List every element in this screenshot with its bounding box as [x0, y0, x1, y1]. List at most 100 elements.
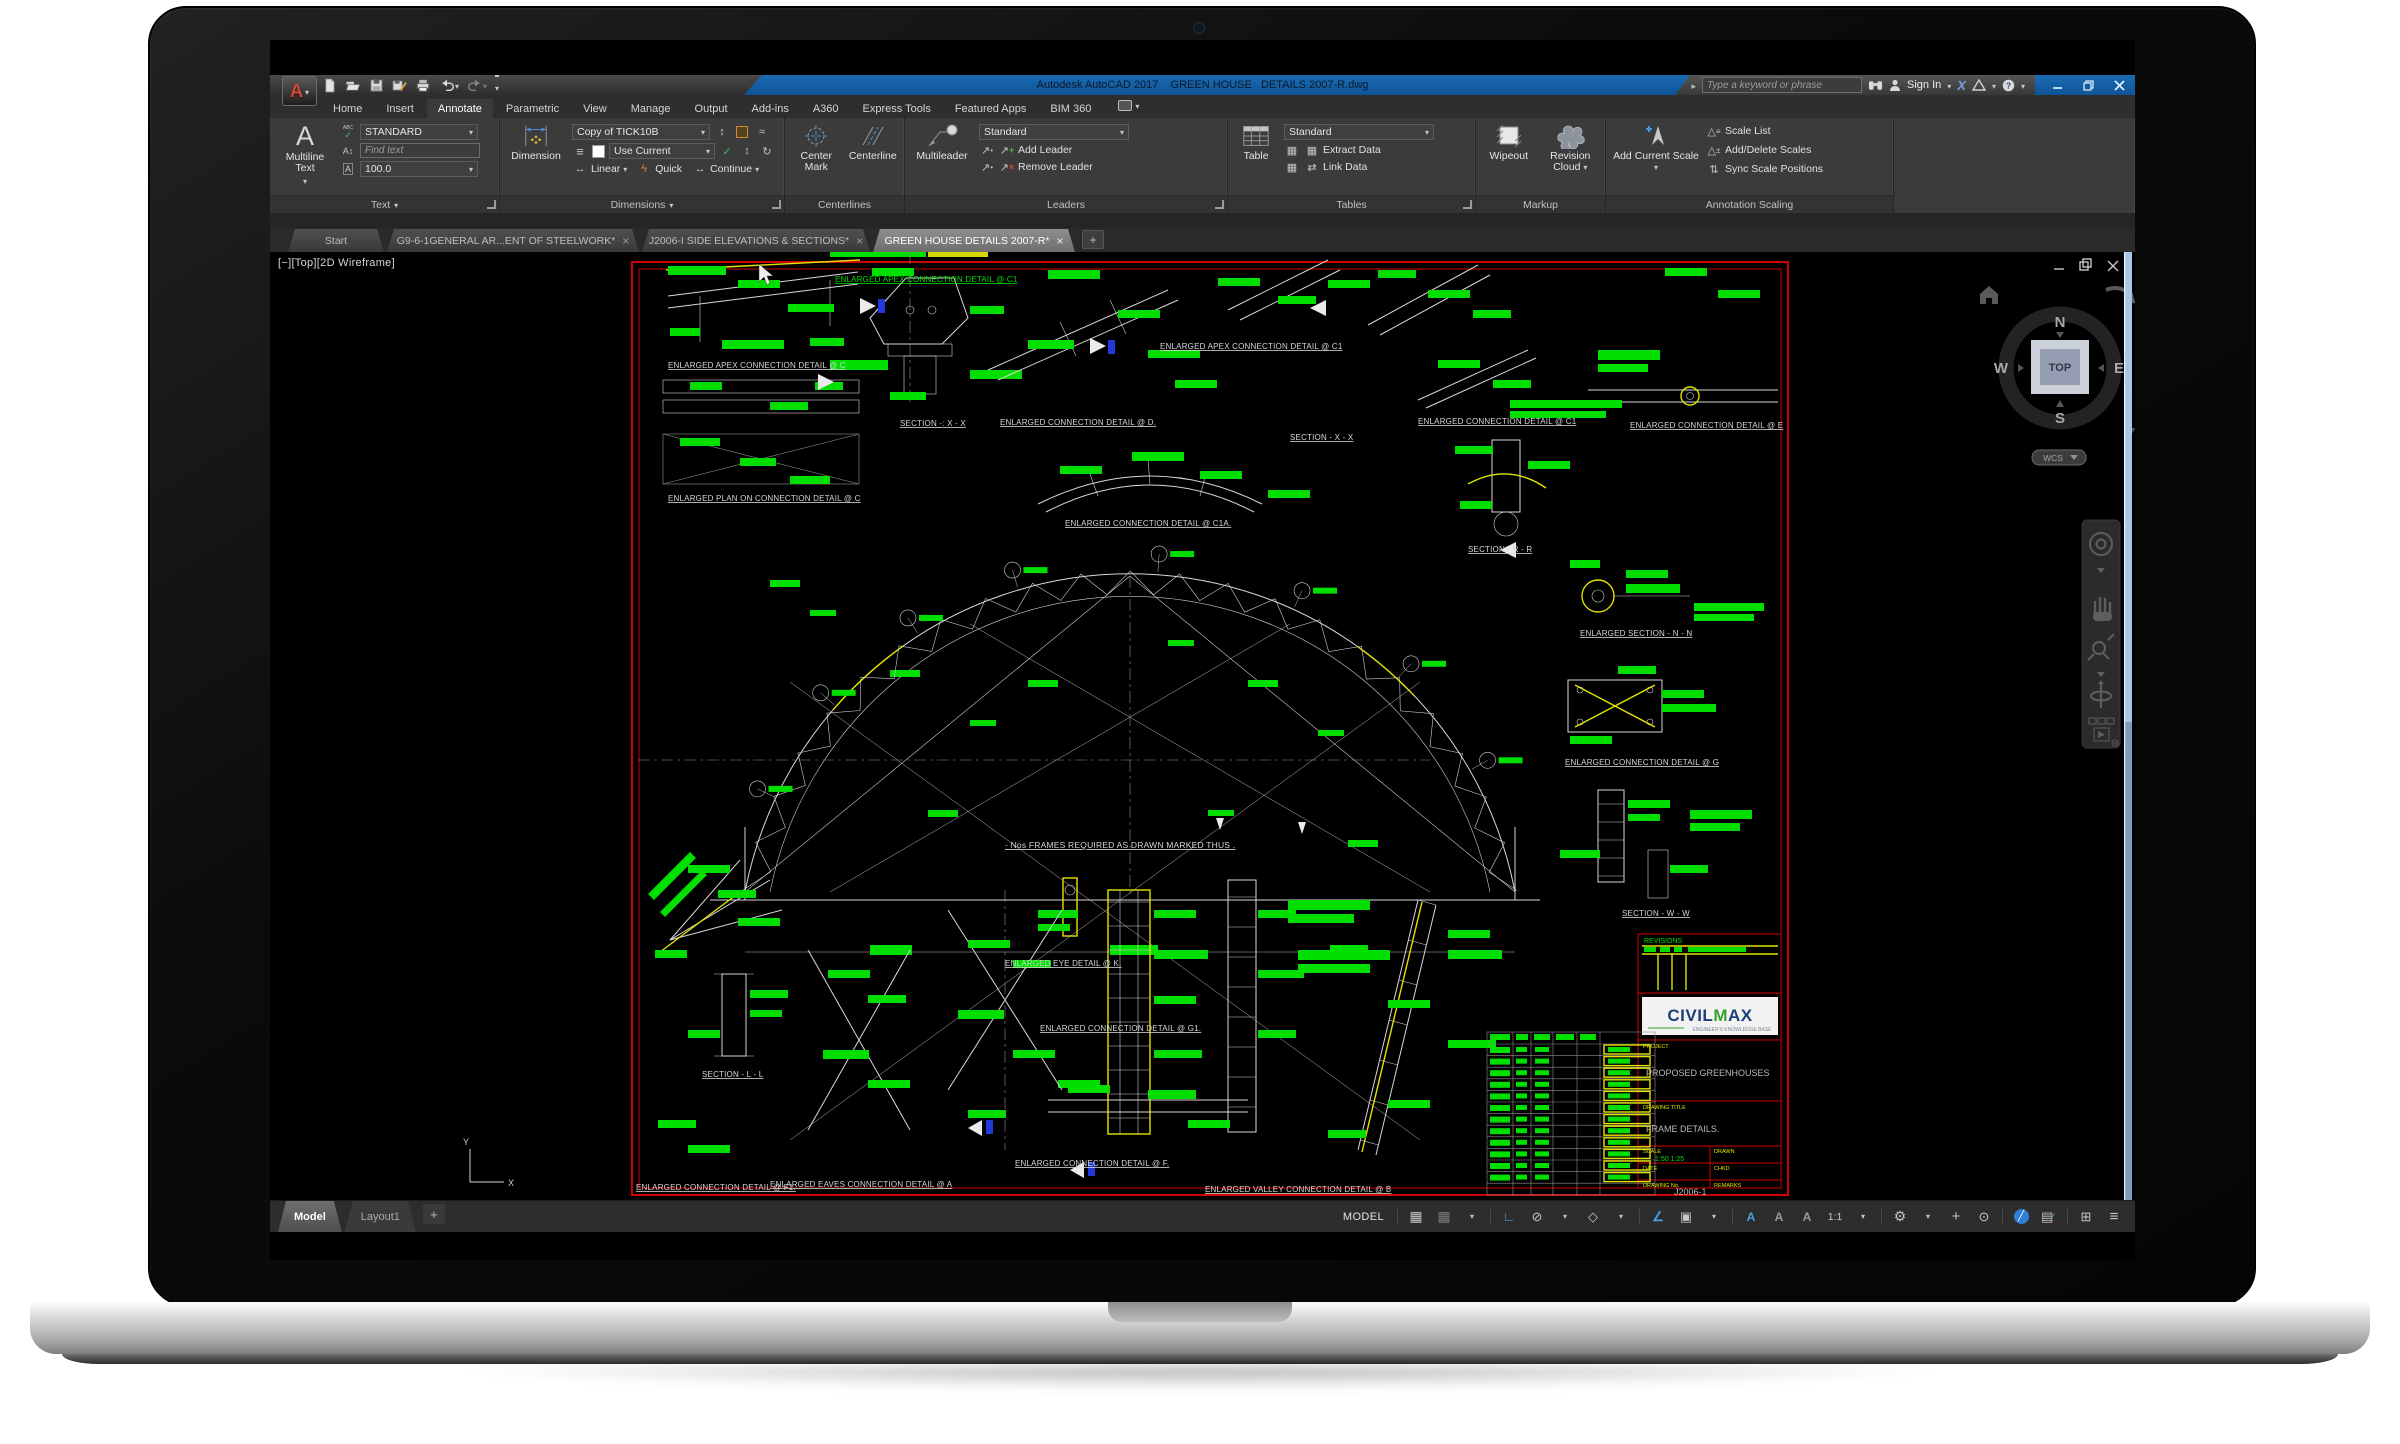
ribbon-tab-insert[interactable]: Insert: [375, 99, 425, 118]
dim-update-ok-icon[interactable]: [719, 144, 735, 158]
viewcube-south[interactable]: S: [2055, 410, 2065, 427]
add-delete-scales-button[interactable]: Add/Delete Scales: [1706, 143, 1823, 157]
customization-button[interactable]: [2101, 1206, 2127, 1228]
viewport-visual-style-control[interactable]: [2D Wireframe]: [317, 257, 395, 269]
file-tab-start[interactable]: Start: [288, 229, 384, 252]
infocenter-collapse-icon[interactable]: [1692, 76, 1697, 94]
navigation-bar[interactable]: [2082, 520, 2120, 748]
redo-button[interactable]: [467, 76, 487, 94]
ribbon-tab-addins[interactable]: Add-ins: [741, 99, 800, 118]
clean-screen-button[interactable]: [2073, 1206, 2099, 1228]
close-icon[interactable]: [849, 234, 863, 248]
dimension-button[interactable]: Dimension: [506, 121, 566, 193]
restore-button[interactable]: [2083, 80, 2094, 91]
file-tab-g9[interactable]: G9-6-1GENERAL AR...ENT OF STEELWORK*: [387, 229, 639, 252]
table-cell-icon[interactable]: [1284, 143, 1300, 157]
minimize-button[interactable]: [2052, 80, 2063, 91]
link-data-button[interactable]: Link Data: [1304, 160, 1367, 174]
text-height-select[interactable]: 100.0: [360, 161, 478, 177]
viewcube-arrow-up-icon[interactable]: [2056, 400, 2064, 407]
ribbon-display-toggle[interactable]: [1118, 96, 1139, 118]
continue-dimension-button[interactable]: Continue: [691, 162, 759, 176]
grid-display-toggle[interactable]: [1403, 1206, 1429, 1228]
save-as-icon[interactable]: [392, 78, 407, 93]
dim-space-icon[interactable]: [739, 144, 755, 158]
viewcube-arrow-right-icon[interactable]: [2018, 364, 2024, 372]
ribbon-tab-output[interactable]: Output: [684, 99, 739, 118]
search-binoculars-icon[interactable]: [1868, 79, 1883, 91]
dimensions-dialog-launcher[interactable]: [772, 200, 781, 209]
table-style-select[interactable]: Standard: [1284, 124, 1434, 140]
dim-override-icon[interactable]: [759, 144, 775, 158]
help-icon[interactable]: ?: [2002, 79, 2015, 92]
centerline-button[interactable]: Centerline: [848, 121, 899, 193]
workspace-switching-button[interactable]: [1887, 1206, 1913, 1228]
tables-dialog-launcher[interactable]: [1463, 200, 1472, 209]
file-tab-greenhouse[interactable]: GREEN HOUSE DETAILS 2007-R*: [873, 229, 1075, 252]
ribbon-tab-express-tools[interactable]: Express Tools: [852, 99, 942, 118]
ribbon-tab-manage[interactable]: Manage: [620, 99, 682, 118]
annotation-scale-value[interactable]: 1:1: [1822, 1206, 1848, 1228]
polar-settings-caret[interactable]: [1552, 1206, 1578, 1228]
close-icon[interactable]: [1049, 234, 1063, 248]
extract-data-button[interactable]: Extract Data: [1304, 143, 1381, 157]
exchange-apps-icon[interactable]: X: [1957, 78, 1966, 93]
open-file-icon[interactable]: [345, 78, 361, 93]
dim-adjust-icon[interactable]: [734, 125, 750, 139]
dim-jog-icon[interactable]: [754, 125, 770, 139]
viewcube-home-icon[interactable]: [1980, 286, 1998, 304]
table-button[interactable]: Table: [1234, 121, 1278, 193]
viewcube[interactable]: N S W E TOP: [1980, 286, 2135, 465]
new-drawing-tab-button[interactable]: +: [1082, 230, 1104, 249]
table-edit-icon[interactable]: [1284, 160, 1300, 174]
undo-button[interactable]: [439, 76, 459, 94]
ribbon-tab-annotate[interactable]: Annotate: [427, 99, 493, 118]
revision-cloud-button[interactable]: Revision Cloud: [1542, 121, 1599, 193]
linear-dimension-button[interactable]: Linear: [572, 162, 627, 176]
find-text-input[interactable]: [360, 143, 480, 158]
viewcube-north[interactable]: N: [2055, 314, 2066, 331]
application-menu-button[interactable]: A: [282, 76, 317, 106]
add-current-scale-button[interactable]: Add Current Scale: [1612, 121, 1700, 193]
annotation-scale-caret[interactable]: [1850, 1206, 1876, 1228]
ribbon-tab-bim360[interactable]: BIM 360: [1039, 99, 1102, 118]
canvas-edge-scrollbar[interactable]: [2124, 252, 2132, 1200]
sign-in-button[interactable]: Sign In: [1907, 79, 1941, 91]
isometric-drafting-toggle[interactable]: [1580, 1206, 1606, 1228]
new-layout-button[interactable]: +: [423, 1204, 445, 1224]
center-mark-button[interactable]: Center Mark: [791, 121, 842, 193]
multiline-text-button[interactable]: A Multiline Text: [276, 121, 334, 193]
multileader-button[interactable]: Multileader: [911, 121, 973, 193]
add-leader-button[interactable]: Add Leader: [999, 143, 1072, 157]
annotation-visibility-toggle[interactable]: [1738, 1206, 1764, 1228]
viewcube-arrow-left-icon[interactable]: [2098, 364, 2104, 372]
mleader-style-select[interactable]: Standard: [979, 124, 1129, 140]
text-panel-label[interactable]: Text: [270, 195, 499, 213]
viewport-view-control[interactable]: [Top]: [291, 257, 316, 269]
drawing-close-icon[interactable]: [2108, 261, 2118, 271]
remove-leader-button[interactable]: Remove Leader: [999, 160, 1093, 174]
workspace-caret[interactable]: [1915, 1206, 1941, 1228]
snap-settings-caret[interactable]: [1459, 1206, 1485, 1228]
polar-tracking-toggle[interactable]: [1524, 1206, 1550, 1228]
a360-caret[interactable]: [1992, 76, 1996, 94]
wipeout-button[interactable]: Wipeout: [1482, 121, 1536, 193]
leader-collect-icon[interactable]: [979, 143, 995, 157]
text-style-select[interactable]: STANDARD: [360, 124, 478, 140]
drawing-restore-icon[interactable]: [2080, 259, 2091, 270]
text-dialog-launcher[interactable]: [487, 200, 496, 209]
save-icon[interactable]: [369, 78, 384, 93]
model-tab[interactable]: Model: [278, 1201, 342, 1232]
ribbon-tab-parametric[interactable]: Parametric: [495, 99, 570, 118]
drawing-canvas[interactable]: [−][Top][2D Wireframe]: [270, 252, 2135, 1200]
ribbon-tab-view[interactable]: View: [572, 99, 618, 118]
annotation-scale-icon[interactable]: [1794, 1206, 1820, 1228]
object-snap-tracking-toggle[interactable]: [1645, 1206, 1671, 1228]
snap-mode-toggle[interactable]: [1431, 1206, 1457, 1228]
search-input[interactable]: [1702, 77, 1862, 93]
dim-style-select[interactable]: Copy of TICK10B: [572, 124, 710, 140]
spell-check-icon[interactable]: ABC: [340, 125, 356, 139]
new-file-icon[interactable]: [322, 78, 337, 93]
dim-layer-select[interactable]: Use Current: [609, 143, 715, 159]
viewcube-east[interactable]: E: [2114, 360, 2124, 377]
